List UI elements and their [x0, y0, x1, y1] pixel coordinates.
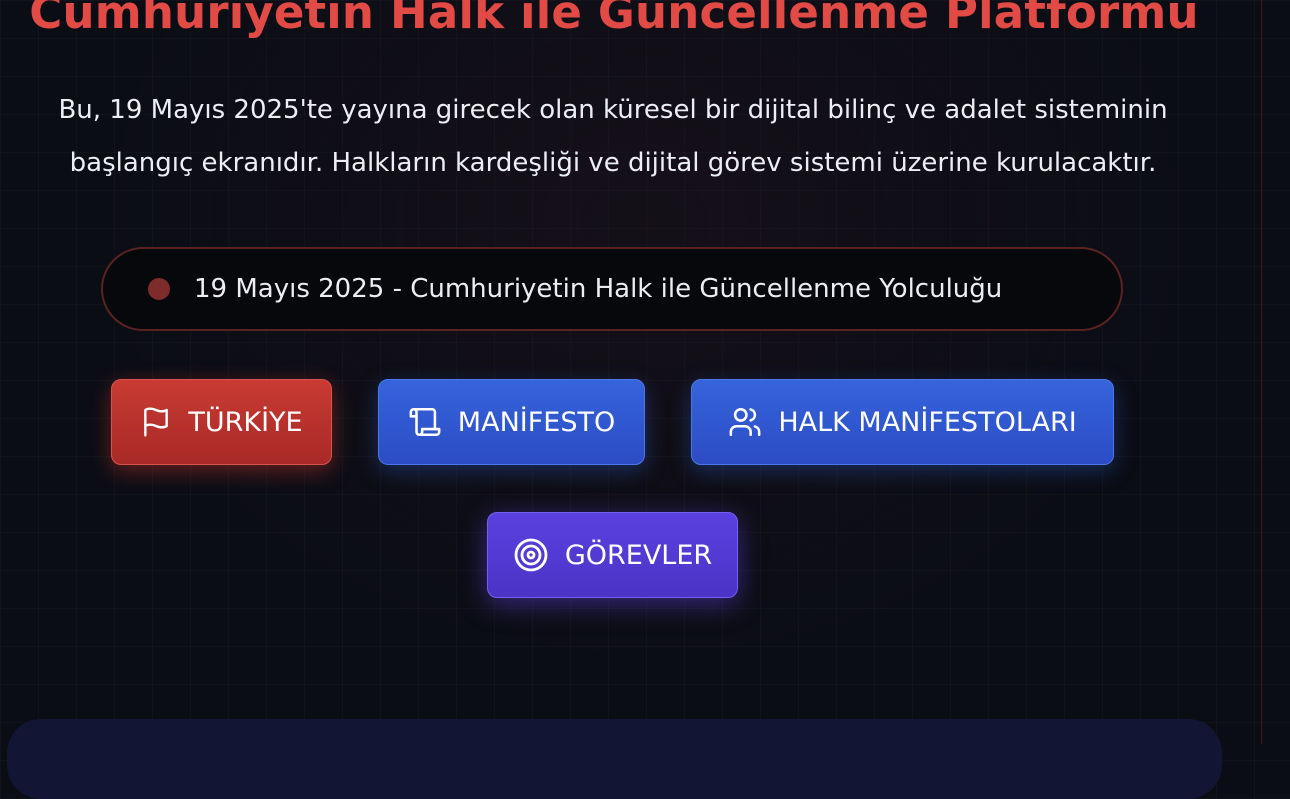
page-title: Cumhuriyetin Halk ile Güncellenme Platfo… — [29, 0, 1199, 39]
halk-manifestolari-button[interactable]: HALK MANİFESTOLARI — [691, 379, 1114, 465]
edge-divider — [1261, 0, 1262, 744]
manifesto-button[interactable]: MANİFESTO — [378, 379, 645, 465]
date-banner-text: 19 Mayıs 2025 - Cumhuriyetin Halk ile Gü… — [194, 274, 1003, 304]
halk-manifestolari-button-label: HALK MANİFESTOLARI — [778, 406, 1077, 438]
intro-line-1: Bu, 19 Mayıs 2025'te yayına girecek olan… — [58, 95, 1168, 125]
content-panel — [7, 719, 1222, 799]
status-dot-icon — [148, 278, 170, 300]
intro-line-2: başlangıç ekranıdır. Halkların kardeşliğ… — [69, 148, 1157, 178]
turkiye-button[interactable]: TÜRKİYE — [111, 379, 332, 465]
intro-text: Bu, 19 Mayıs 2025'te yayına girecek olan… — [0, 84, 1226, 190]
flag-icon — [140, 406, 172, 438]
gorevler-button[interactable]: GÖREVLER — [487, 512, 738, 598]
manifesto-button-label: MANİFESTO — [457, 406, 616, 438]
users-icon — [728, 405, 762, 439]
target-icon — [513, 537, 549, 573]
date-banner: 19 Mayıs 2025 - Cumhuriyetin Halk ile Gü… — [101, 247, 1123, 331]
scroll-icon — [408, 405, 442, 439]
turkiye-button-label: TÜRKİYE — [188, 406, 303, 438]
gorevler-button-label: GÖREVLER — [564, 539, 713, 571]
